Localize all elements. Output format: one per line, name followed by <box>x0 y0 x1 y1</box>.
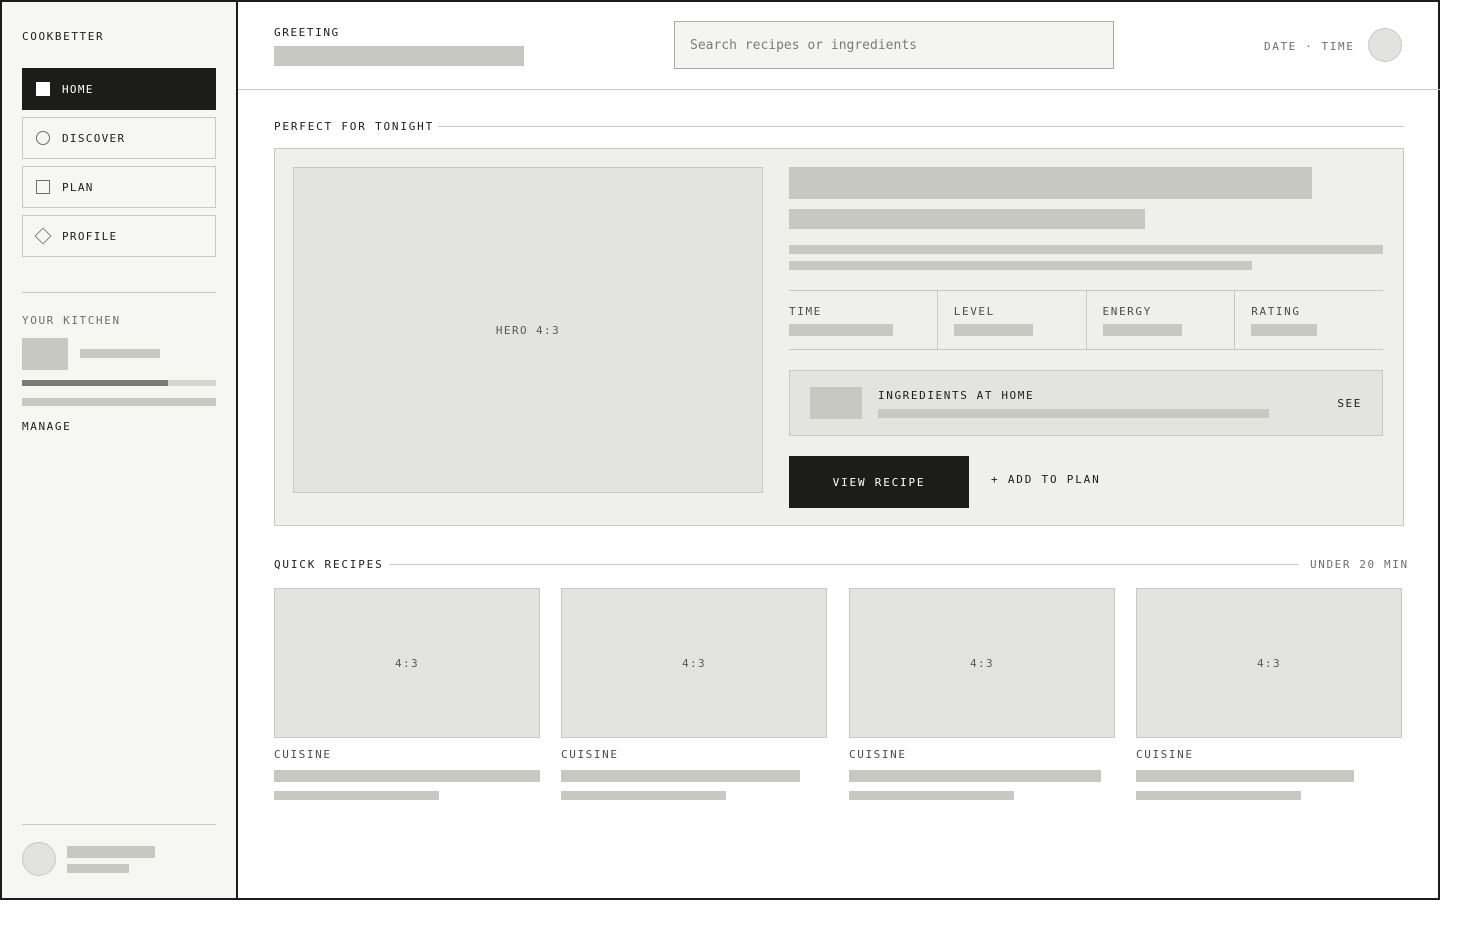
under-20-min-filter[interactable]: UNDER 20 MIN <box>1310 558 1409 571</box>
recipe-stats: TIME LEVEL ENERGY RATING <box>789 290 1383 350</box>
quick-section-title: QUICK RECIPES <box>274 558 384 571</box>
sidebar-item-discover[interactable]: DISCOVER <box>22 117 216 159</box>
stat-time: TIME <box>789 291 937 349</box>
date-time: DATE · TIME <box>1264 40 1355 53</box>
user-name-placeholder <box>67 846 155 858</box>
recipe-card-title-placeholder <box>561 770 800 782</box>
recipe-subtitle-placeholder <box>789 209 1145 229</box>
quick-section-rule <box>390 564 1298 565</box>
recipe-card-image-placeholder: 4:3 <box>561 588 827 738</box>
greeting-text-placeholder <box>274 46 524 66</box>
recipe-card-image-label: 4:3 <box>969 656 995 670</box>
recipe-card-image-label: 4:3 <box>394 656 420 670</box>
sidebar-divider <box>22 292 216 293</box>
ingredients-list-placeholder <box>878 409 1269 418</box>
recipe-card-meta-placeholder <box>849 791 1014 800</box>
kitchen-progress-fill <box>22 380 168 386</box>
sidebar-item-label: DISCOVER <box>62 131 126 145</box>
recipe-card-title-placeholder <box>1136 770 1354 782</box>
hero-image-label: HERO 4:3 <box>495 323 561 337</box>
recipe-title-placeholder <box>789 167 1312 199</box>
sidebar-item-home[interactable]: HOME <box>22 68 216 110</box>
recipe-card-image-label: 4:3 <box>1256 656 1282 670</box>
brand-logo[interactable]: COOKBETTER <box>22 30 104 43</box>
recipe-card-image-placeholder: 4:3 <box>849 588 1115 738</box>
see-ingredients-button[interactable]: SEE <box>1337 397 1362 410</box>
recipe-card-cuisine: CUISINE <box>561 748 619 761</box>
recipe-card-image-label: 4:3 <box>681 656 707 670</box>
featured-section-rule <box>438 126 1404 127</box>
recipe-card-meta-placeholder <box>274 791 439 800</box>
app-window: COOKBETTER HOME DISCOVER PLAN PROFILE YO… <box>0 0 1440 900</box>
stat-label: LEVEL <box>953 305 995 318</box>
manage-link[interactable]: MANAGE <box>22 420 71 433</box>
search-input[interactable] <box>674 21 1114 69</box>
recipe-card[interactable]: 4:3 CUISINE <box>1136 588 1402 800</box>
ingredients-thumbnail-placeholder <box>810 387 862 419</box>
stat-value-placeholder <box>789 324 893 336</box>
stat-value-placeholder <box>1102 324 1182 336</box>
recipe-description-placeholder-1 <box>789 245 1383 254</box>
kitchen-label: YOUR KITCHEN <box>22 314 121 327</box>
stat-label: RATING <box>1251 305 1301 318</box>
recipe-description-placeholder-2 <box>789 261 1252 270</box>
recipe-card-image-placeholder: 4:3 <box>1136 588 1402 738</box>
sidebar-item-label: PROFILE <box>62 229 118 243</box>
sidebar-item-plan[interactable]: PLAN <box>22 166 216 208</box>
recipe-card-image-placeholder: 4:3 <box>274 588 540 738</box>
stat-value-placeholder <box>953 324 1033 336</box>
stat-label: TIME <box>789 305 822 318</box>
featured-section-title: PERFECT FOR TONIGHT <box>274 120 435 133</box>
view-recipe-button[interactable]: VIEW RECIPE <box>789 456 969 508</box>
user-meta-placeholder <box>67 864 129 873</box>
sidebar-item-profile[interactable]: PROFILE <box>22 215 216 257</box>
kitchen-detail-placeholder <box>22 398 216 406</box>
sidebar-item-label: PLAN <box>62 180 94 194</box>
kitchen-progress-bar <box>22 380 216 386</box>
stat-rating: RATING <box>1234 291 1383 349</box>
hero-image-placeholder[interactable]: HERO 4:3 <box>293 167 763 493</box>
stat-level: LEVEL <box>936 291 1086 349</box>
top-bar: GREETING DATE · TIME <box>238 2 1440 90</box>
recipe-card-meta-placeholder <box>1136 791 1301 800</box>
recipe-card-cuisine: CUISINE <box>274 748 332 761</box>
kitchen-text-placeholder <box>80 349 160 358</box>
user-avatar[interactable] <box>22 842 56 876</box>
header-avatar[interactable] <box>1368 28 1402 62</box>
recipe-card-cuisine: CUISINE <box>849 748 907 761</box>
greeting-label: GREETING <box>274 26 340 39</box>
plan-square-icon <box>36 180 50 194</box>
stat-energy: ENERGY <box>1085 291 1235 349</box>
recipe-card-cuisine: CUISINE <box>1136 748 1194 761</box>
sidebar-nav: HOME DISCOVER PLAN PROFILE <box>22 68 216 264</box>
profile-diamond-icon <box>34 227 52 245</box>
recipe-card[interactable]: 4:3 CUISINE <box>274 588 540 800</box>
sidebar-divider-bottom <box>22 824 216 825</box>
sidebar: COOKBETTER HOME DISCOVER PLAN PROFILE YO… <box>2 2 238 898</box>
recipe-card-meta-placeholder <box>561 791 726 800</box>
home-square-icon <box>36 82 50 96</box>
recipe-card[interactable]: 4:3 CUISINE <box>849 588 1115 800</box>
ingredients-title: INGREDIENTS AT HOME <box>878 389 1035 402</box>
featured-recipe-card: HERO 4:3 TIME LEVEL ENERGY RATING INGRED… <box>274 148 1404 526</box>
sidebar-item-label: HOME <box>62 82 94 96</box>
add-to-plan-button[interactable]: + ADD TO PLAN <box>991 473 1101 486</box>
discover-circle-icon <box>36 131 50 145</box>
kitchen-thumbnail-placeholder <box>22 338 68 370</box>
ingredients-at-home-panel: INGREDIENTS AT HOME SEE <box>789 370 1383 436</box>
recipe-card[interactable]: 4:3 CUISINE <box>561 588 827 800</box>
recipe-card-title-placeholder <box>274 770 540 782</box>
stat-label: ENERGY <box>1102 305 1152 318</box>
recipe-card-title-placeholder <box>849 770 1101 782</box>
stat-value-placeholder <box>1251 324 1318 336</box>
